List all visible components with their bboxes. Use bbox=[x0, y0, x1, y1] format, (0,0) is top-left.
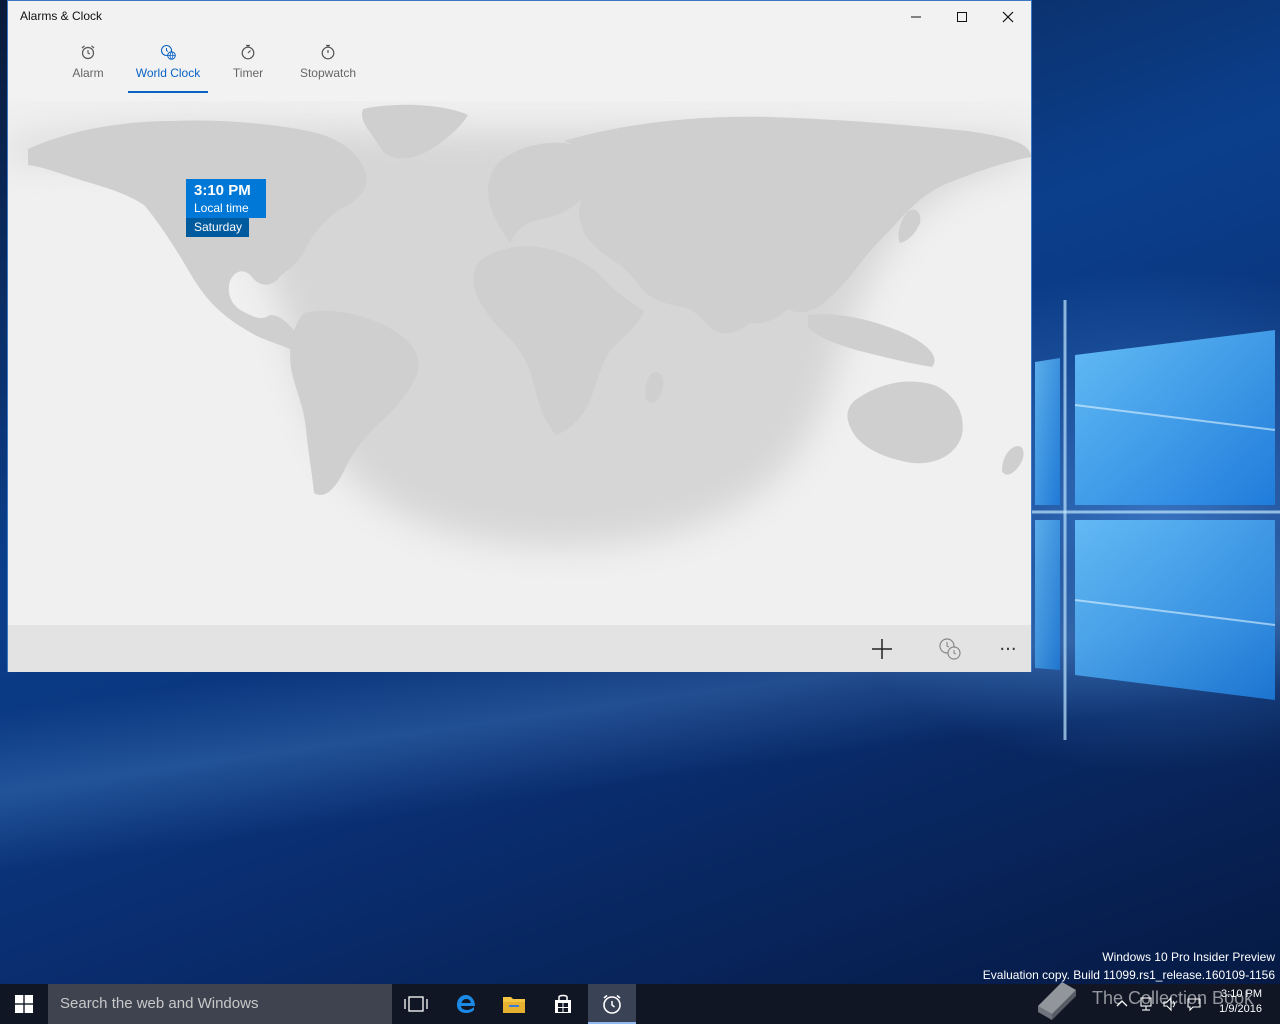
alarm-clock-icon bbox=[81, 45, 95, 60]
stopwatch-icon bbox=[321, 44, 335, 60]
search-box[interactable]: Search the web and Windows bbox=[48, 984, 392, 1024]
local-day: Saturday bbox=[186, 218, 249, 237]
local-time-box: 3:10 PM Local time bbox=[186, 179, 266, 218]
tab-stopwatch[interactable]: Stopwatch bbox=[288, 41, 368, 93]
windows-start-icon bbox=[15, 995, 33, 1013]
edge-taskbar-button[interactable] bbox=[442, 984, 490, 1024]
world-map[interactable]: 3:10 PM Local time Saturday bbox=[8, 101, 1031, 625]
start-button[interactable] bbox=[0, 984, 48, 1024]
tab-timer[interactable]: Timer bbox=[208, 41, 288, 93]
close-button[interactable] bbox=[985, 1, 1031, 33]
add-city-button[interactable] bbox=[862, 631, 902, 667]
minimize-button[interactable] bbox=[893, 1, 939, 33]
file-explorer-taskbar-button[interactable] bbox=[490, 984, 538, 1024]
maximize-button[interactable] bbox=[939, 1, 985, 33]
tab-world-clock-label: World Clock bbox=[135, 66, 201, 80]
local-time-marker[interactable]: 3:10 PM Local time Saturday bbox=[186, 179, 266, 237]
task-view-button[interactable] bbox=[392, 984, 440, 1024]
overlay-watermark: The Collection Book bbox=[1028, 974, 1278, 1024]
close-icon bbox=[1002, 11, 1014, 23]
book-icon bbox=[1038, 982, 1076, 1020]
minimize-icon bbox=[911, 16, 921, 18]
command-bar: ··· bbox=[8, 625, 1031, 672]
overlay-watermark-text: The Collection Book bbox=[1092, 988, 1254, 1008]
edge-icon bbox=[457, 995, 475, 1013]
australia bbox=[847, 381, 963, 464]
store-taskbar-button[interactable] bbox=[539, 984, 587, 1024]
local-time-label: Local time bbox=[194, 201, 249, 215]
local-time-value: 3:10 PM bbox=[194, 182, 251, 199]
new-zealand bbox=[1002, 445, 1024, 475]
more-button[interactable]: ··· bbox=[988, 631, 1028, 667]
world-map-graphic bbox=[8, 104, 1031, 546]
compare-clocks-icon bbox=[939, 638, 961, 660]
plus-icon bbox=[872, 639, 892, 659]
world-clock-icon bbox=[160, 44, 176, 60]
compare-button[interactable] bbox=[930, 631, 970, 667]
tab-stopwatch-label: Stopwatch bbox=[299, 66, 357, 80]
windows-logo-wallpaper bbox=[1030, 300, 1280, 740]
timer-icon bbox=[241, 44, 255, 60]
maximize-icon bbox=[957, 12, 967, 22]
window-title: Alarms & Clock bbox=[20, 9, 103, 23]
alarms-clock-window: Alarms & Clock Alarm World Clock Timer S… bbox=[7, 0, 1032, 672]
tab-alarm[interactable]: Alarm bbox=[48, 41, 128, 93]
tab-world-clock[interactable]: World Clock bbox=[128, 41, 208, 93]
title-bar[interactable]: Alarms & Clock bbox=[8, 1, 1031, 33]
folder-icon bbox=[503, 997, 525, 1013]
store-bag-icon bbox=[555, 994, 571, 1013]
build-watermark-edition: Windows 10 Pro Insider Preview bbox=[1102, 950, 1275, 964]
tab-timer-label: Timer bbox=[232, 66, 264, 80]
alarms-clock-icon bbox=[603, 994, 621, 1014]
tab-alarm-label: Alarm bbox=[72, 66, 104, 80]
pivot-tabs: Alarm World Clock Timer Stopwatch bbox=[48, 41, 368, 93]
alarms-clock-taskbar-button[interactable] bbox=[588, 984, 636, 1024]
task-view-icon bbox=[404, 996, 428, 1012]
